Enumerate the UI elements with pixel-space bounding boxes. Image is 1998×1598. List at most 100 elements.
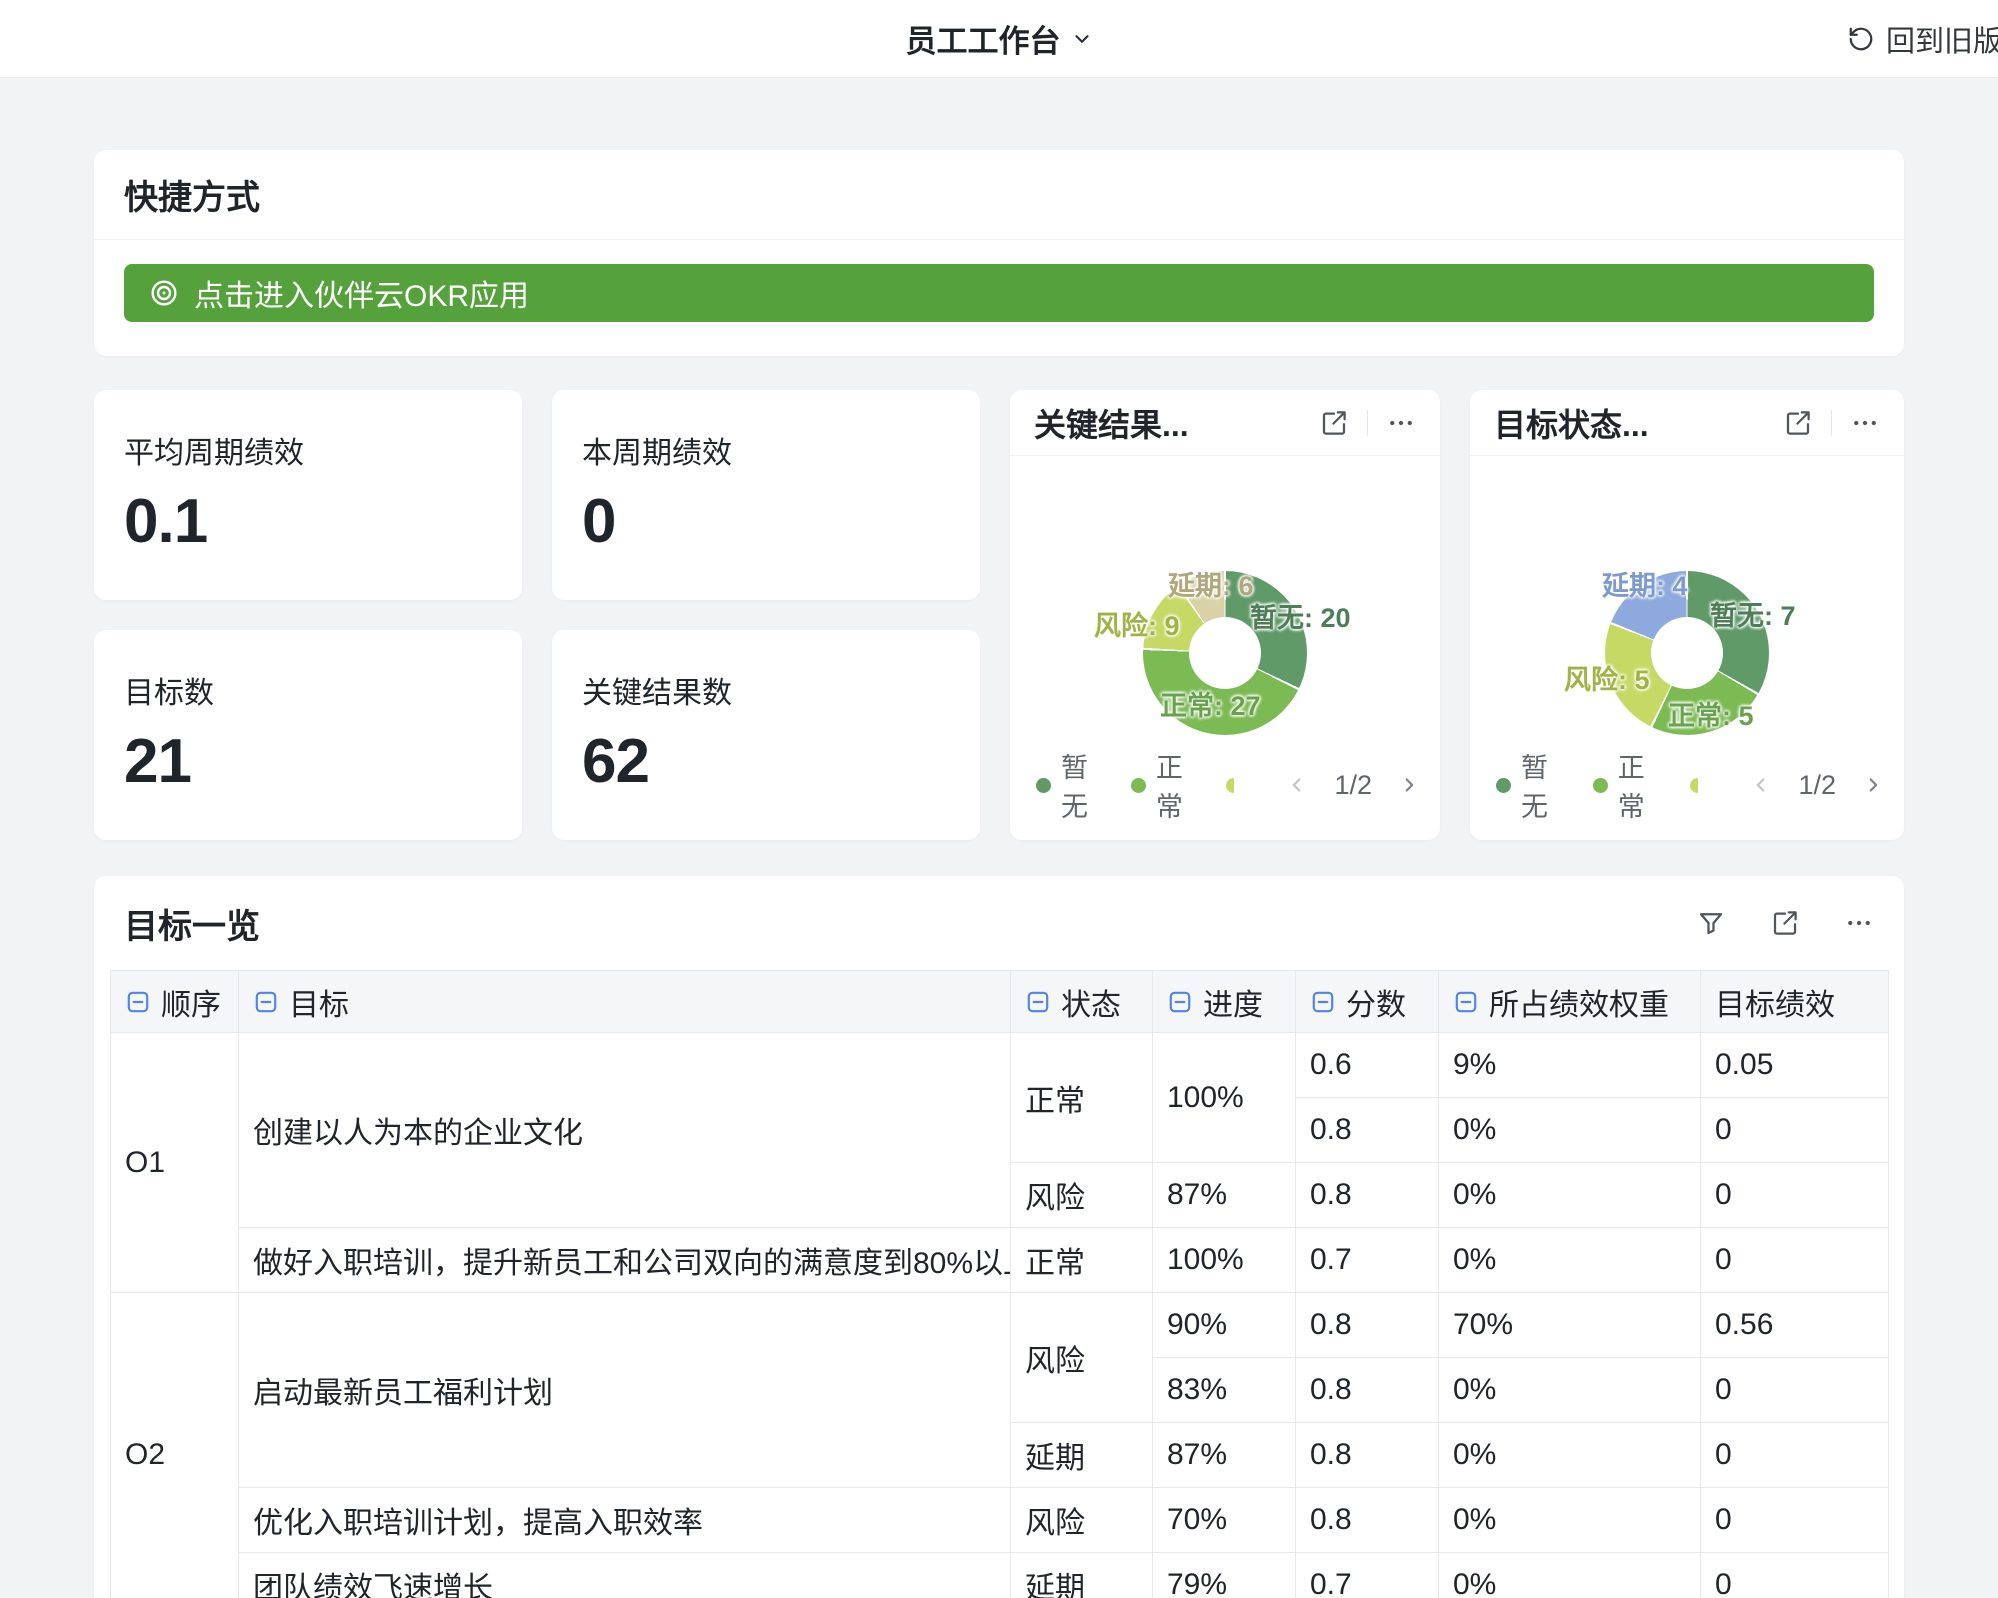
cell-performance: 0	[1701, 1423, 1889, 1488]
open-in-new-icon[interactable]	[1319, 408, 1349, 438]
cell-weight: 0%	[1439, 1423, 1701, 1488]
divider	[1831, 410, 1832, 436]
cell-weight: 9%	[1439, 1033, 1701, 1098]
cell-performance: 0	[1701, 1228, 1889, 1293]
open-in-new-icon[interactable]	[1770, 908, 1800, 938]
stat-label: 平均周期绩效	[124, 428, 492, 472]
stat-card-key-result-count: 关键结果数 62	[552, 630, 980, 840]
back-to-old-version-button[interactable]: 回到旧版	[1846, 0, 1998, 78]
label-none: 暂无: 7	[1710, 594, 1796, 633]
cell-weight: 0%	[1439, 1553, 1701, 1598]
page-title: 员工工作台	[906, 16, 1061, 61]
cell-score: 0.6	[1296, 1033, 1439, 1098]
cell-status: 风险	[1011, 1163, 1153, 1228]
legend-dot	[1496, 778, 1511, 793]
legend-item-none[interactable]: 暂无	[1496, 746, 1567, 824]
history-icon	[1846, 24, 1876, 54]
chart-legend-row: 暂无 正常 1/2	[1036, 746, 1420, 824]
more-icon[interactable]	[1850, 408, 1880, 438]
stat-value: 21	[124, 726, 492, 797]
goals-card-header: 目标一览	[94, 876, 1904, 970]
stat-value: 0.1	[124, 486, 492, 557]
stat-card-goal-count: 目标数 21	[94, 630, 522, 840]
stat-value: 0	[582, 486, 950, 557]
chart-title: 目标状态...	[1494, 400, 1783, 446]
goals-title: 目标一览	[124, 899, 1696, 948]
label-delayed: 延期: 6	[1168, 564, 1254, 603]
shortcuts-card: 快捷方式 点击进入伙伴云OKR应用	[94, 150, 1904, 356]
cell-progress: 100%	[1153, 1033, 1296, 1163]
shortcuts-title: 快捷方式	[124, 170, 260, 219]
target-icon	[148, 277, 180, 309]
divider	[1367, 410, 1368, 436]
cell-score: 0.7	[1296, 1553, 1439, 1598]
chart-card-header: 目标状态...	[1470, 390, 1904, 456]
key-results-chart-card: 关键结果... 延期: 6 暂无: 20 风险: 9 正常: 27 暂无 正常 …	[1010, 390, 1440, 840]
collapse-group-icon[interactable]	[253, 989, 279, 1015]
cell-status: 风险	[1011, 1488, 1153, 1553]
cell-goal: 优化入职培训计划，提高入职效率	[239, 1488, 1011, 1553]
legend-dot	[1036, 778, 1051, 793]
chevron-down-icon	[1071, 28, 1093, 50]
legend-prev-icon[interactable]	[1286, 774, 1308, 796]
cell-goal: 启动最新员工福利计划	[239, 1293, 1011, 1488]
legend-label: 正常	[1156, 746, 1200, 824]
cell-goal: 做好入职培训，提升新员工和公司双向的满意度到80%以上	[239, 1228, 1011, 1293]
table-row: 优化入职培训计划，提高入职效率 风险 70% 0.8 0% 0	[111, 1488, 1889, 1553]
legend-next-icon[interactable]	[1862, 774, 1884, 796]
cell-weight: 0%	[1439, 1358, 1701, 1423]
header-goal: 目标	[239, 971, 1011, 1033]
cell-order: O2	[111, 1293, 239, 1598]
cell-score: 0.8	[1296, 1488, 1439, 1553]
label-none: 暂无: 20	[1250, 596, 1351, 635]
cell-performance: 0	[1701, 1488, 1889, 1553]
cell-status: 正常	[1011, 1033, 1153, 1163]
cell-progress: 79%	[1153, 1553, 1296, 1598]
open-in-new-icon[interactable]	[1783, 408, 1813, 438]
header-status: 状态	[1011, 971, 1153, 1033]
chart-card-header: 关键结果...	[1010, 390, 1440, 456]
collapse-group-icon[interactable]	[1025, 989, 1051, 1015]
collapse-group-icon[interactable]	[1310, 989, 1336, 1015]
cell-performance: 0	[1701, 1163, 1889, 1228]
okr-app-shortcut-button[interactable]: 点击进入伙伴云OKR应用	[124, 264, 1874, 322]
legend-label: 正常	[1618, 746, 1664, 824]
more-icon[interactable]	[1386, 408, 1416, 438]
cell-performance: 0	[1701, 1098, 1889, 1163]
label-risk: 风险: 5	[1564, 658, 1650, 697]
workspace-title-dropdown[interactable]: 员工工作台	[906, 16, 1093, 61]
collapse-group-icon[interactable]	[125, 989, 151, 1015]
legend-dot	[1593, 778, 1608, 793]
goal-status-chart-card: 目标状态... 延期: 4 暂无: 7 风险: 5 正常: 5 暂无 正常 1/…	[1470, 390, 1904, 840]
table-row: O1 创建以人为本的企业文化 正常 100% 0.6 9% 0.05	[111, 1033, 1889, 1098]
table-row: 做好入职培训，提升新员工和公司双向的满意度到80%以上 正常 100% 0.7 …	[111, 1228, 1889, 1293]
legend-dot	[1131, 778, 1146, 793]
cell-score: 0.8	[1296, 1423, 1439, 1488]
cell-progress: 100%	[1153, 1228, 1296, 1293]
collapse-group-icon[interactable]	[1167, 989, 1193, 1015]
stat-card-current-cycle-performance: 本周期绩效 0	[552, 390, 980, 600]
legend-item-normal[interactable]: 正常	[1593, 746, 1664, 824]
legend-next-icon[interactable]	[1398, 774, 1420, 796]
goals-overview-card: 目标一览 顺序 目标 状态 进度 分数 所占绩效权重 目标绩效 O1	[94, 876, 1904, 1598]
collapse-group-icon[interactable]	[1453, 989, 1479, 1015]
key-results-donut-chart: 延期: 6 暂无: 20 风险: 9 正常: 27	[1010, 456, 1440, 776]
table-row: O2 启动最新员工福利计划 风险 90% 0.8 70% 0.56	[111, 1293, 1889, 1358]
legend-prev-icon[interactable]	[1750, 774, 1772, 796]
table-header-row: 顺序 目标 状态 进度 分数 所占绩效权重 目标绩效	[111, 971, 1889, 1033]
cell-progress: 87%	[1153, 1163, 1296, 1228]
employee-workbench-page: { "topbar": { "title": "员工工作台", "back_la…	[0, 0, 1998, 1598]
stat-label: 本周期绩效	[582, 428, 950, 472]
header-progress: 进度	[1153, 971, 1296, 1033]
more-icon[interactable]	[1844, 908, 1874, 938]
label-risk: 风险: 9	[1094, 604, 1180, 643]
cell-order: O1	[111, 1033, 239, 1293]
legend-item-none[interactable]: 暂无	[1036, 746, 1105, 824]
cell-performance: 0	[1701, 1358, 1889, 1423]
legend-page-indicator: 1/2	[1798, 770, 1836, 801]
filter-icon[interactable]	[1696, 908, 1726, 938]
cell-performance: 0.05	[1701, 1033, 1889, 1098]
legend-item-normal[interactable]: 正常	[1131, 746, 1200, 824]
cell-score: 0.8	[1296, 1293, 1439, 1358]
header-weight: 所占绩效权重	[1439, 971, 1701, 1033]
